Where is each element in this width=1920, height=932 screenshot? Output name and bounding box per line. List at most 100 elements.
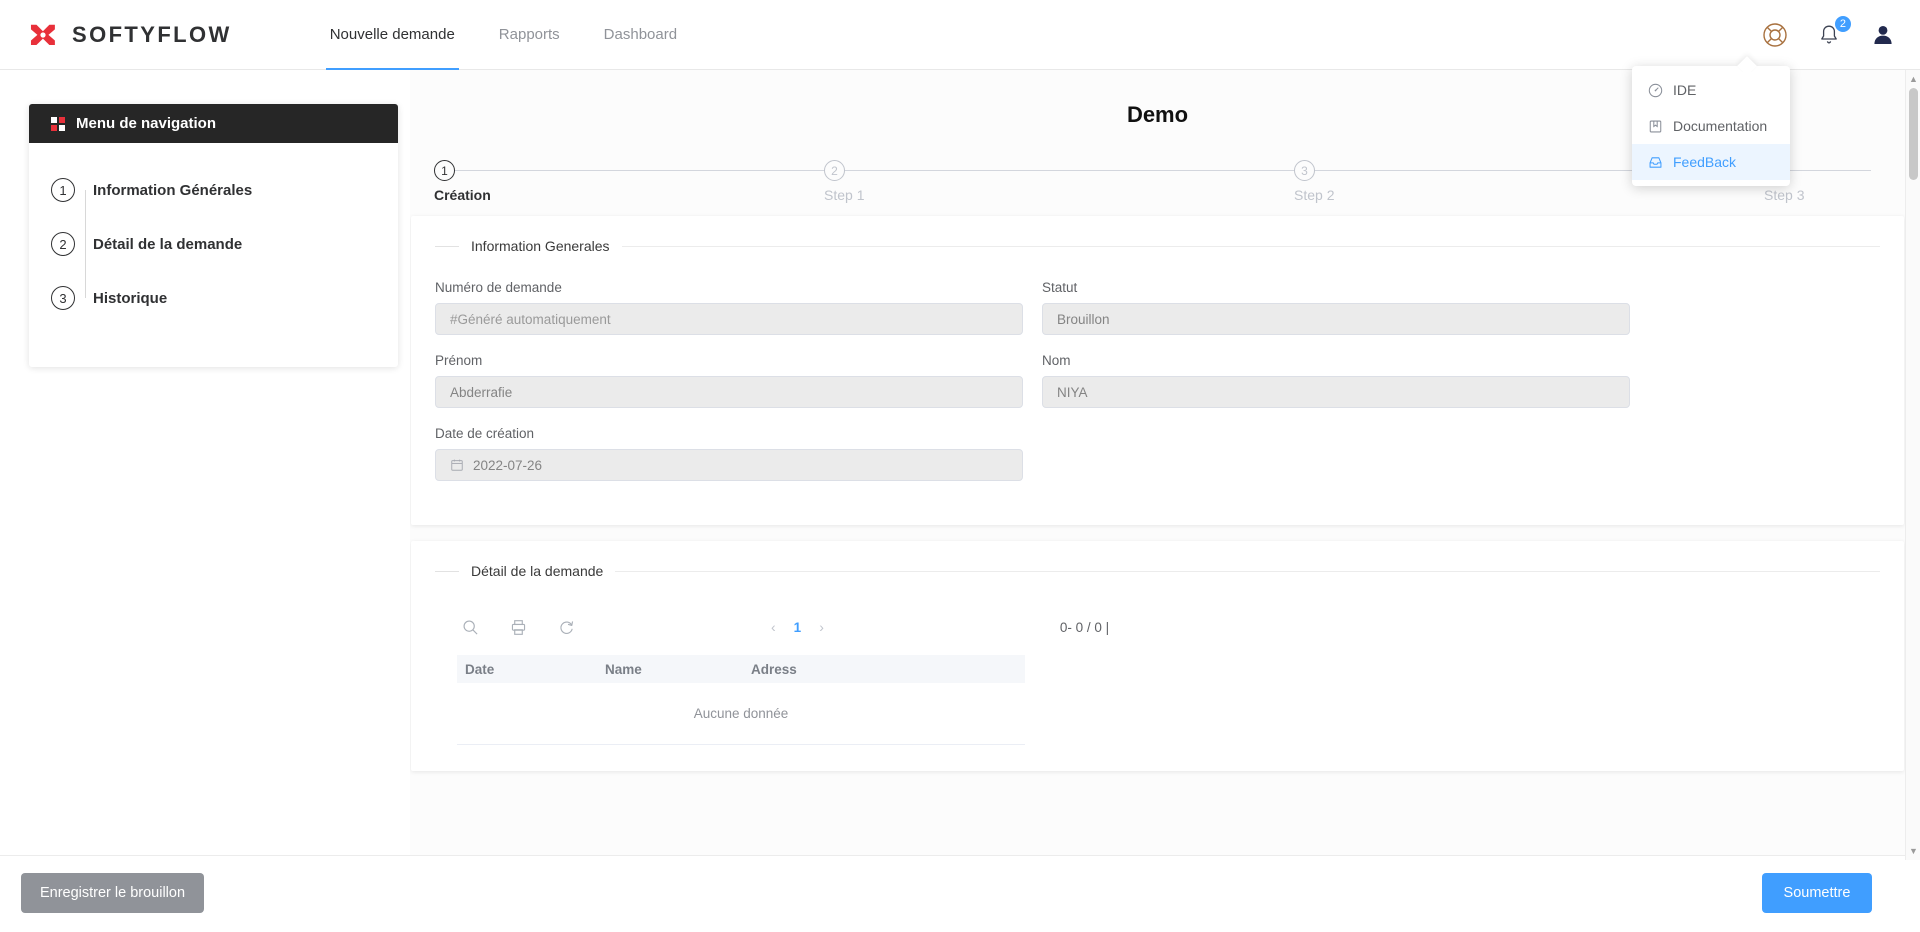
submit-button[interactable]: Soumettre bbox=[1762, 873, 1872, 913]
nav-item-dashboard[interactable]: Dashboard bbox=[582, 0, 699, 70]
user-avatar-button[interactable] bbox=[1868, 20, 1898, 50]
navigation-menu-title: Menu de navigation bbox=[76, 115, 217, 132]
brand-logo[interactable]: SOFTYFLOW bbox=[26, 18, 232, 52]
nav-item-nouvelle-demande[interactable]: Nouvelle demande bbox=[308, 0, 477, 70]
stepper-step-creation[interactable]: 1 Création bbox=[434, 160, 634, 203]
sidebar-item-number: 2 bbox=[51, 232, 75, 256]
detail-de-la-demande-card: Détail de la demande ‹ 1 › 0- 0 / 0 | Da… bbox=[411, 541, 1904, 771]
menu-item-documentation[interactable]: Documentation bbox=[1632, 108, 1790, 144]
pagination-prev-button[interactable]: ‹ bbox=[771, 619, 776, 635]
legend-rule bbox=[621, 245, 1880, 247]
page-scrollbar-thumb[interactable] bbox=[1909, 88, 1918, 180]
main-content: Demo 1 Création 2 Step 1 3 Step 2 4 Step… bbox=[410, 70, 1905, 905]
calendar-icon bbox=[451, 459, 463, 471]
save-draft-button[interactable]: Enregistrer le brouillon bbox=[21, 873, 204, 913]
table-column-adress[interactable]: Adress bbox=[751, 662, 1025, 677]
numero-de-demande-input[interactable]: #Généré automatiquement bbox=[435, 303, 1023, 335]
menu-item-ide[interactable]: IDE bbox=[1632, 72, 1790, 108]
top-right-actions: 2 bbox=[1760, 0, 1898, 70]
legend-dash bbox=[435, 245, 459, 247]
field-prenom: Prénom Abderrafie bbox=[435, 353, 1023, 408]
stepper-step-2[interactable]: 3 Step 2 bbox=[1294, 160, 1494, 203]
pagination-next-button[interactable]: › bbox=[819, 619, 824, 635]
menu-item-feedback[interactable]: FeedBack bbox=[1632, 144, 1790, 180]
prenom-input[interactable]: Abderrafie bbox=[435, 376, 1023, 408]
field-date-de-creation: Date de création 2022-07-26 bbox=[435, 426, 1023, 481]
field-label: Prénom bbox=[435, 353, 483, 368]
menu-item-feedback-label: FeedBack bbox=[1673, 154, 1737, 170]
field-label: Date de création bbox=[435, 426, 535, 441]
field-statut: Statut Brouillon bbox=[1042, 280, 1630, 335]
detail-table: Date Name Adress Aucune donnée bbox=[457, 655, 1025, 745]
menu-item-ide-label: IDE bbox=[1673, 82, 1697, 98]
sidebar-item-label: Historique bbox=[93, 289, 168, 307]
legend-text: Information Generales bbox=[471, 238, 610, 254]
menu-item-documentation-label: Documentation bbox=[1673, 118, 1768, 134]
apps-grid-icon bbox=[51, 116, 65, 131]
stepper-step-number: 3 bbox=[1294, 160, 1315, 181]
page-scrollbar[interactable]: ▲ ▼ bbox=[1905, 70, 1920, 860]
action-footer: Enregistrer le brouillon Soumettre bbox=[0, 855, 1920, 932]
notifications-button[interactable]: 2 bbox=[1814, 15, 1852, 50]
table-refresh-button[interactable] bbox=[553, 614, 579, 640]
pagination-page-1[interactable]: 1 bbox=[794, 620, 802, 635]
stepper-step-number: 1 bbox=[434, 160, 455, 181]
sidebar-item-number: 1 bbox=[51, 178, 75, 202]
stepper-step-1[interactable]: 2 Step 1 bbox=[824, 160, 1024, 203]
table-pagination: ‹ 1 › 0- 0 / 0 | bbox=[771, 619, 1109, 635]
stepper-step-label: Création bbox=[434, 187, 491, 203]
navigation-menu-header: Menu de navigation bbox=[29, 104, 398, 143]
stepper-step-label: Step 3 bbox=[1764, 187, 1805, 203]
navigation-menu-panel: Menu de navigation 1 Information Général… bbox=[29, 104, 398, 367]
nom-input[interactable]: NIYA bbox=[1042, 376, 1630, 408]
user-icon bbox=[1874, 26, 1892, 44]
scrollbar-down-arrow[interactable]: ▼ bbox=[1909, 846, 1918, 856]
detail-de-la-demande-legend: Détail de la demande bbox=[435, 563, 1880, 579]
softyflow-logo-icon bbox=[26, 18, 60, 52]
step-connector-line bbox=[85, 190, 86, 298]
stepper-step-label: Step 2 bbox=[1294, 187, 1335, 203]
refresh-icon bbox=[559, 620, 573, 634]
information-generales-legend: Information Generales bbox=[435, 238, 1880, 254]
help-button[interactable] bbox=[1760, 20, 1790, 50]
legend-rule bbox=[615, 570, 1880, 572]
inbox-icon bbox=[1649, 156, 1662, 168]
book-icon bbox=[1649, 120, 1662, 132]
date-value: 2022-07-26 bbox=[473, 457, 543, 473]
gauge-icon bbox=[1648, 83, 1663, 97]
table-header-row: Date Name Adress bbox=[457, 655, 1025, 683]
sidebar-item-number: 3 bbox=[51, 286, 75, 310]
notification-badge: 2 bbox=[1833, 15, 1852, 33]
field-numero-de-demande: Numéro de demande #Généré automatiquemen… bbox=[435, 280, 1023, 335]
table-search-button[interactable] bbox=[457, 614, 483, 640]
search-icon bbox=[463, 620, 478, 635]
print-icon bbox=[511, 619, 525, 635]
nav-item-rapports[interactable]: Rapports bbox=[477, 0, 582, 70]
field-label: Numéro de demande bbox=[435, 280, 562, 295]
sidebar-item-label: Information Générales bbox=[93, 181, 253, 199]
sidebar-item-label: Détail de la demande bbox=[93, 235, 243, 253]
information-generales-fields: Numéro de demande #Généré automatiquemen… bbox=[435, 280, 1880, 499]
field-label: Statut bbox=[1042, 280, 1078, 295]
field-label: Nom bbox=[1042, 353, 1071, 368]
brand-name: SOFTYFLOW bbox=[72, 21, 232, 47]
legend-dash bbox=[435, 570, 459, 572]
date-de-creation-input[interactable]: 2022-07-26 bbox=[435, 449, 1023, 481]
main-nav: Nouvelle demande Rapports Dashboard bbox=[308, 0, 699, 70]
statut-input[interactable]: Brouillon bbox=[1042, 303, 1630, 335]
information-generales-card: Information Generales Numéro de demande … bbox=[411, 216, 1904, 525]
top-navigation-bar: SOFTYFLOW Nouvelle demande Rapports Dash… bbox=[0, 0, 1920, 70]
legend-text: Détail de la demande bbox=[471, 563, 604, 579]
stepper-step-label: Step 1 bbox=[824, 187, 865, 203]
pagination-count: 0- 0 / 0 | bbox=[1059, 619, 1110, 635]
table-empty-state: Aucune donnée bbox=[457, 683, 1025, 745]
table-print-button[interactable] bbox=[505, 614, 531, 640]
stepper-step-number: 2 bbox=[824, 160, 845, 181]
table-toolbar: ‹ 1 › 0- 0 / 0 | bbox=[435, 605, 1880, 645]
scrollbar-up-arrow[interactable]: ▲ bbox=[1909, 74, 1918, 84]
navigation-menu-body: 1 Information Générales 2 Détail de la d… bbox=[29, 143, 398, 367]
field-nom: Nom NIYA bbox=[1042, 353, 1630, 408]
help-dropdown-menu: IDE Documentation FeedBack bbox=[1632, 66, 1790, 186]
table-column-date[interactable]: Date bbox=[457, 662, 605, 677]
table-column-name[interactable]: Name bbox=[605, 662, 751, 677]
